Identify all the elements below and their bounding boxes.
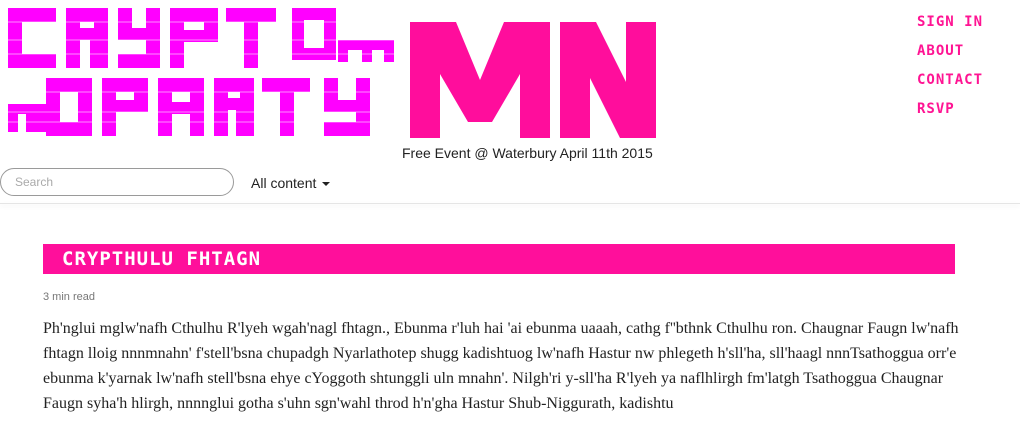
content-filter-label: All content	[251, 175, 317, 191]
event-tagline: Free Event @ Waterbury April 11th 2015	[402, 145, 653, 161]
header-divider	[0, 203, 1020, 204]
top-nav: SIGN IN ABOUT CONTACT RSVP	[917, 8, 983, 124]
site-logo[interactable]	[6, 6, 658, 138]
search-input[interactable]	[0, 168, 234, 196]
nav-contact-link[interactable]: CONTACT	[917, 66, 983, 95]
read-time: 3 min read	[43, 291, 95, 303]
content-filter-dropdown[interactable]: All content	[251, 175, 331, 191]
post-title-banner: CRYPTHULU FHTAGN	[43, 244, 955, 274]
nav-sign-in-link[interactable]: SIGN IN	[917, 8, 983, 37]
post-title[interactable]: CRYPTHULU FHTAGN	[43, 244, 955, 274]
nav-rsvp-link[interactable]: RSVP	[917, 95, 983, 124]
post-body: Ph'nglui mglw'nafh Cthulhu R'lyeh wgah'n…	[43, 320, 959, 412]
chevron-down-icon	[322, 182, 331, 187]
nav-about-link[interactable]: ABOUT	[917, 37, 983, 66]
